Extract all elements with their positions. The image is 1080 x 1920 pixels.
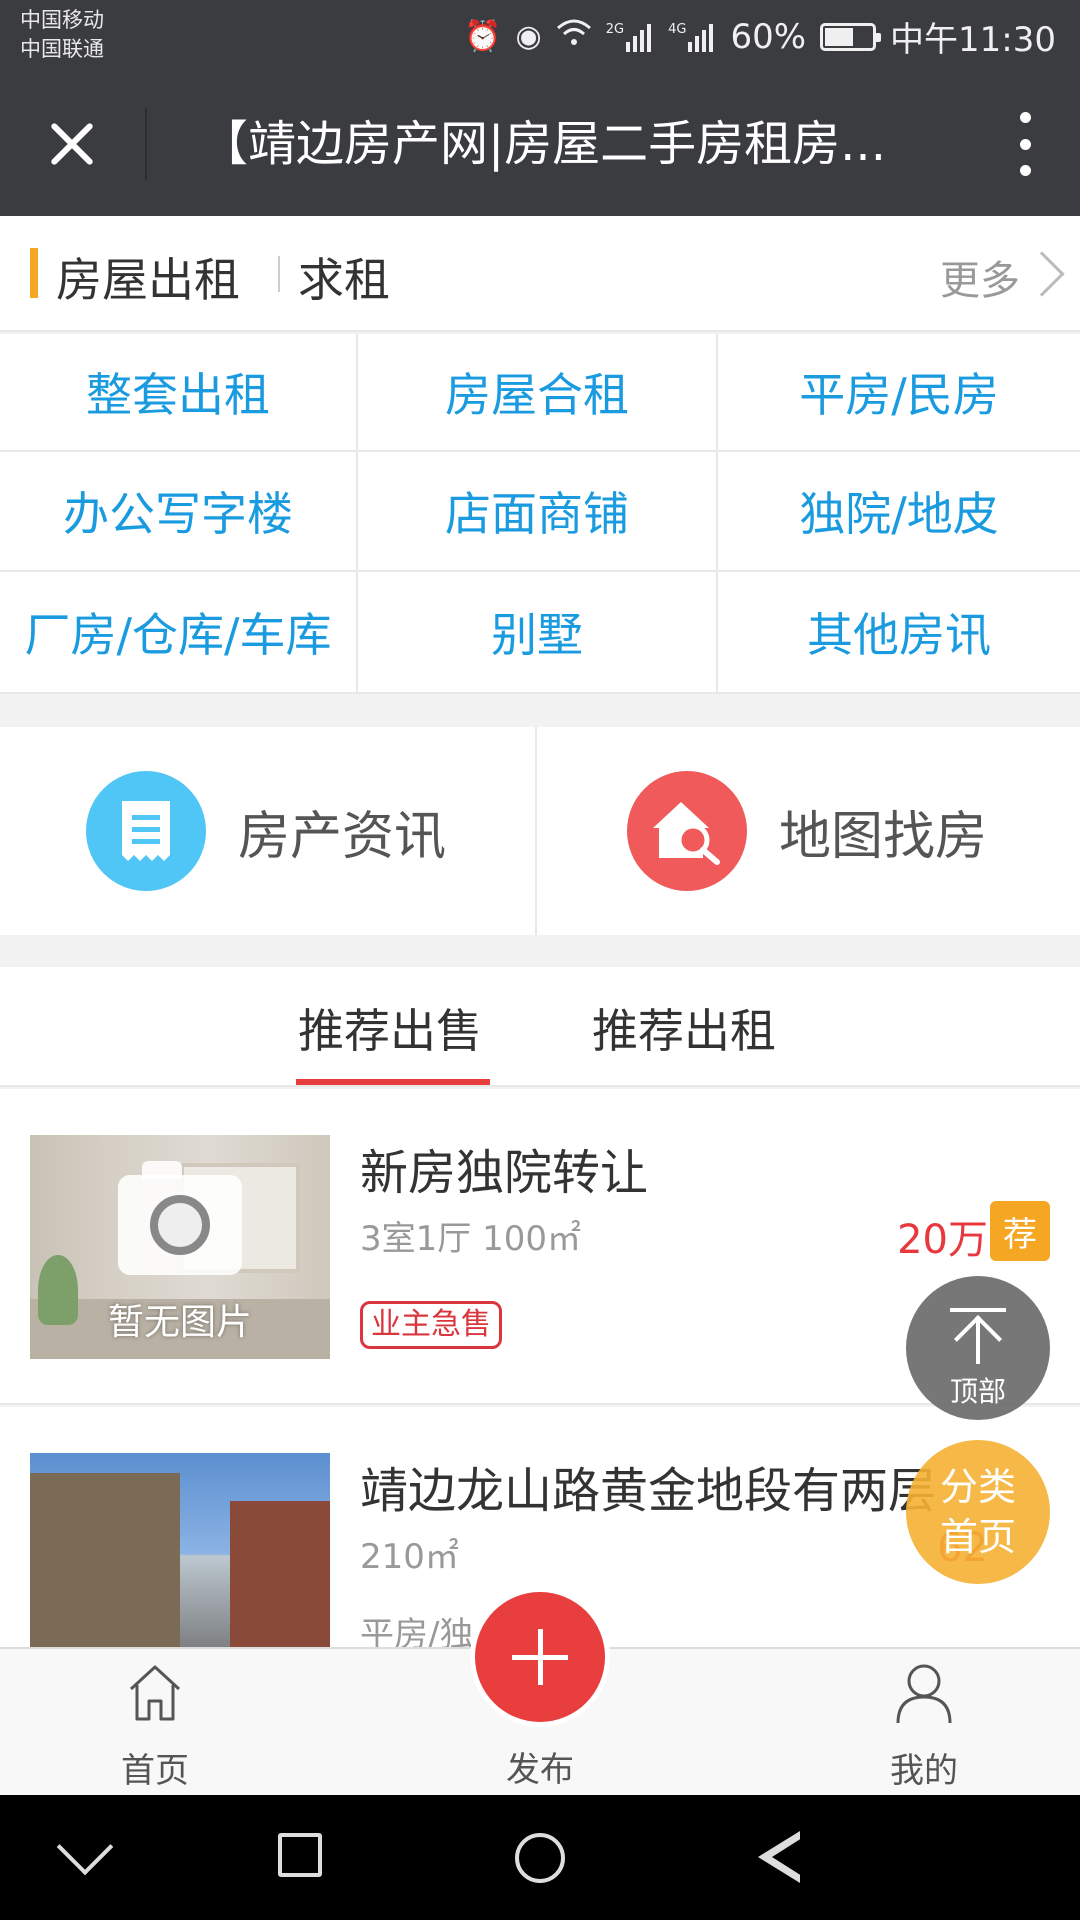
home-icon [129, 1665, 181, 1721]
category-home-button[interactable]: 分类 首页 [906, 1440, 1050, 1584]
user-icon [896, 1664, 952, 1724]
urgent-sale-tag: 业主急售 [360, 1301, 502, 1349]
category-other[interactable]: 其他房讯 [718, 572, 1080, 694]
category-home-line2: 首页 [939, 1515, 1016, 1559]
nav-home-label: 首页 [121, 1751, 189, 1791]
active-tab-indicator [296, 1079, 490, 1085]
category-home-line1: 分类 [939, 1465, 1016, 1509]
wifi-icon [556, 18, 592, 56]
category-courtyard[interactable]: 独院/地皮 [718, 452, 1080, 572]
battery-icon [820, 22, 882, 51]
status-icons: ⏰ ◉ 2G 4G 60% 中午11:30 [464, 12, 1056, 61]
listing-meta: 210㎡ [360, 1537, 459, 1577]
system-nav-bar [0, 1795, 1080, 1920]
nav-me-label: 我的 [890, 1751, 958, 1791]
chevron-right-icon[interactable] [1019, 251, 1065, 297]
close-icon[interactable] [40, 112, 104, 176]
carrier-1: 中国移动 [20, 8, 104, 32]
signal-2g-icon: 2G [606, 22, 654, 52]
house-search-icon [627, 771, 747, 891]
page-title: 【靖边房产网|房屋二手房租房... [200, 116, 886, 172]
nav-me[interactable]: 我的 [824, 1649, 1024, 1797]
alarm-icon: ⏰ [464, 19, 502, 54]
category-shared-rent[interactable]: 房屋合租 [358, 334, 718, 452]
signal-4g-icon: 4G [668, 22, 716, 52]
nav-home[interactable]: 首页 [55, 1649, 255, 1797]
category-whole-rent[interactable]: 整套出租 [0, 334, 358, 452]
recommend-tabs: 推荐出售 推荐出租 [0, 967, 1080, 1087]
category-bungalow[interactable]: 平房/民房 [718, 334, 1080, 452]
clock: 中午11:30 [890, 20, 1056, 60]
back-to-top-label: 顶部 [949, 1375, 1006, 1408]
rent-section-header: 房屋出租 求租 更多 [0, 216, 1080, 332]
accent-bar [30, 248, 38, 298]
recommend-badge: 荐 [990, 1201, 1050, 1261]
category-villa[interactable]: 别墅 [358, 572, 718, 694]
category-shop[interactable]: 店面商铺 [358, 452, 718, 572]
tab-seek-rent[interactable]: 求租 [298, 244, 390, 310]
publish-button[interactable] [470, 1587, 610, 1727]
carrier-info: 中国移动 中国联通 [20, 6, 104, 64]
title-divider [145, 108, 147, 180]
listing-title: 新房独院转让 [360, 1145, 649, 1201]
battery-percent: 60% [730, 16, 807, 57]
listing-title: 靖边龙山路黄金地段有两层 [360, 1463, 937, 1519]
feature-panel: 房产资讯 地图找房 [0, 727, 1080, 935]
arrow-up-icon [950, 1308, 1006, 1312]
category-grid: 整套出租 房屋合租 平房/民房 办公写字楼 店面商铺 独院/地皮 厂房/仓库/车… [0, 334, 1080, 694]
battery-fill [825, 27, 854, 46]
publish-label: 发布 [506, 1750, 574, 1790]
feature-news[interactable]: 房产资讯 [0, 727, 537, 935]
feature-map[interactable]: 地图找房 [539, 727, 1080, 935]
tab-separator [278, 256, 280, 292]
carrier-2: 中国联通 [20, 37, 104, 61]
tab-recommend-sale[interactable]: 推荐出售 [298, 995, 482, 1061]
feature-news-label: 房产资讯 [238, 806, 447, 867]
no-image-text: 暂无图片 [107, 1302, 252, 1343]
system-home-icon[interactable] [515, 1833, 565, 1883]
plus-icon [475, 1592, 605, 1722]
tab-house-rent[interactable]: 房屋出租 [56, 244, 240, 310]
more-menu-icon[interactable] [1010, 112, 1040, 176]
system-back-icon[interactable] [758, 1831, 802, 1883]
status-bar: 中国移动 中国联通 ⏰ ◉ 2G 4G 60% 中午11:30 [0, 0, 1080, 72]
recent-apps-icon[interactable] [278, 1833, 322, 1877]
feature-map-label: 地图找房 [779, 806, 988, 867]
category-factory[interactable]: 厂房/仓库/车库 [0, 572, 358, 694]
back-to-top-button[interactable]: 顶部 [906, 1276, 1050, 1420]
listing-price: 20万 [897, 1217, 988, 1263]
collapse-icon[interactable] [56, 1818, 114, 1876]
listing-thumbnail: 暂无图片 [30, 1135, 330, 1359]
camera-icon [118, 1161, 242, 1275]
more-link[interactable]: 更多 [940, 248, 1020, 306]
tab-recommend-rent[interactable]: 推荐出租 [592, 995, 776, 1061]
listing-thumbnail [30, 1453, 330, 1647]
news-icon [86, 771, 206, 891]
eye-icon: ◉ [515, 19, 542, 54]
category-office[interactable]: 办公写字楼 [0, 452, 358, 572]
title-bar: 【靖边房产网|房屋二手房租房... [0, 72, 1080, 216]
listing-type: 平房/独 [360, 1615, 474, 1647]
listing-meta: 3室1厅 100㎡ [360, 1219, 581, 1259]
